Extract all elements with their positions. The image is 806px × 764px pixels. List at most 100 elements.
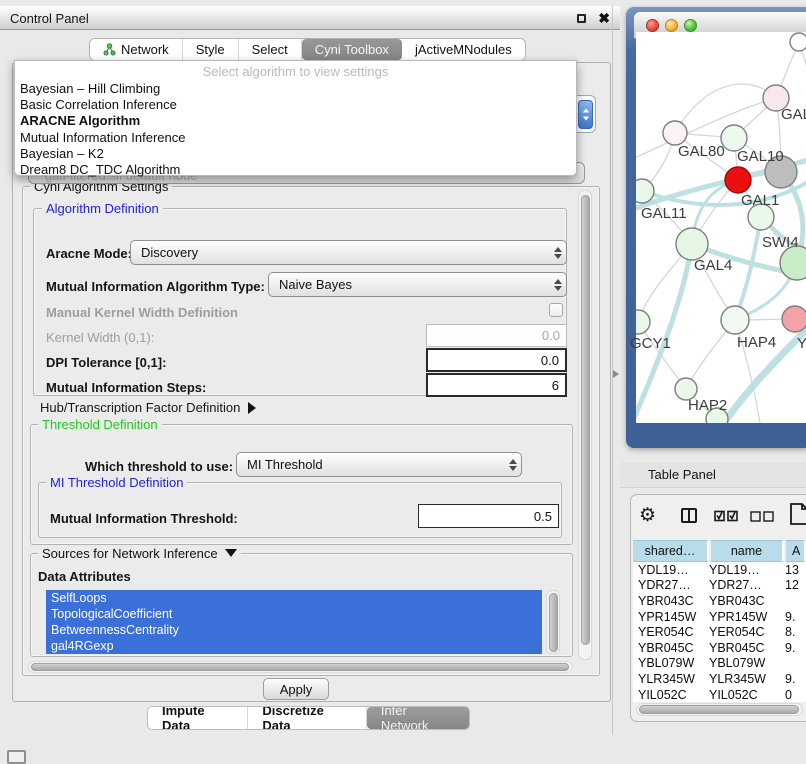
split-columns-icon[interactable] bbox=[681, 508, 697, 523]
apply-button-label: Apply bbox=[280, 682, 313, 697]
table-hscrollbar-track[interactable] bbox=[636, 703, 803, 716]
node-label: Y bbox=[797, 335, 806, 352]
page-icon[interactable] bbox=[789, 503, 806, 525]
dropdown-item[interactable]: Bayesian – K2 bbox=[15, 146, 576, 162]
network-node[interactable] bbox=[780, 246, 806, 280]
close-traffic-light-icon[interactable] bbox=[646, 19, 659, 32]
column-header-shared-name[interactable]: shared… bbox=[633, 540, 709, 562]
stepper-icon bbox=[549, 273, 566, 296]
node-label-gal4: GAL4 bbox=[694, 257, 732, 274]
attribute-item-selected[interactable]: gal4RGexp bbox=[46, 638, 542, 654]
tab-impute-data-label: Impute Data bbox=[162, 706, 233, 730]
mi-threshold-group-title: MI Threshold Definition bbox=[46, 476, 187, 489]
attribute-item-selected[interactable]: SelfLoops bbox=[46, 590, 542, 606]
attribute-item-selected[interactable]: BetweennessCentrality bbox=[46, 622, 542, 638]
dpi-tolerance-field[interactable]: 0.0 bbox=[426, 348, 567, 372]
network-node-hap4[interactable] bbox=[721, 306, 749, 334]
dropdown-item[interactable]: Mutual Information Inference bbox=[15, 130, 576, 146]
tab-cyni-toolbox[interactable]: Cyni Toolbox bbox=[302, 39, 402, 60]
table-row[interactable]: YPR145W YPR145W 9. bbox=[633, 609, 806, 625]
node-label-gal1: GAL1 bbox=[741, 192, 779, 209]
network-graph bbox=[636, 32, 806, 423]
kernel-width-value: 0.0 bbox=[542, 328, 560, 343]
combo-stepper-icon bbox=[578, 100, 593, 129]
settings-hscrollbar-track[interactable] bbox=[28, 661, 573, 673]
select-all-checked-icon[interactable] bbox=[714, 510, 738, 522]
cell-shared-name: YBR045C bbox=[633, 641, 708, 655]
kernel-width-field[interactable]: 0.0 bbox=[426, 324, 567, 347]
mi-threshold-field[interactable]: 0.5 bbox=[418, 504, 559, 528]
node-table: YDL19… YDL19… 13 YDR27… YDR27… 12 YBR043… bbox=[633, 562, 806, 702]
dpi-tolerance-value: 0.0 bbox=[541, 353, 559, 368]
dropdown-item[interactable]: Basic Correlation Inference bbox=[15, 97, 576, 113]
attribute-item-selected[interactable]: TopologicalCoefficient bbox=[46, 606, 542, 622]
cell-shared-name: YLR345W bbox=[633, 672, 708, 686]
table-row[interactable]: YBR045C YBR045C 9. bbox=[633, 640, 806, 656]
control-panel-tabs: Network Style Select Cyni Toolbox jActiv… bbox=[89, 38, 526, 61]
network-node-gcy1[interactable] bbox=[636, 310, 650, 334]
tab-select[interactable]: Select bbox=[239, 39, 302, 60]
minimize-traffic-light-icon[interactable] bbox=[665, 19, 678, 32]
gear-icon[interactable]: ⚙ bbox=[639, 504, 656, 527]
aracne-mode-select[interactable]: Discovery bbox=[130, 240, 567, 265]
dpi-tolerance-label: DPI Tolerance [0,1]: bbox=[46, 355, 166, 370]
attributes-scrollbar-thumb[interactable] bbox=[549, 593, 558, 652]
network-node-gal4[interactable] bbox=[676, 228, 708, 260]
hub-definition-toggle[interactable]: Hub/Transcription Factor Definition bbox=[40, 400, 256, 415]
tab-cyni-toolbox-label: Cyni Toolbox bbox=[315, 42, 389, 57]
dropdown-item[interactable]: Bayesian – Hill Climbing bbox=[15, 81, 576, 97]
tab-infer-network[interactable]: Infer Network bbox=[367, 707, 469, 729]
table-row[interactable]: YBL079W YBL079W bbox=[633, 656, 806, 672]
table-row[interactable]: YER054C YER054C 8. bbox=[633, 624, 806, 640]
select-none-unchecked-icon[interactable] bbox=[750, 511, 774, 522]
tab-jactivemnodules[interactable]: jActiveMNodules bbox=[402, 39, 525, 60]
tab-network[interactable]: Network bbox=[90, 39, 183, 60]
cell-name: YPR145W bbox=[708, 610, 785, 624]
settings-scrollbar-track[interactable] bbox=[578, 190, 592, 660]
table-row[interactable]: YDL19… YDL19… 13 bbox=[633, 562, 806, 578]
tab-select-label: Select bbox=[252, 42, 288, 57]
close-icon[interactable]: ✖ bbox=[598, 10, 610, 27]
sources-toggle[interactable]: Sources for Network Inference bbox=[38, 547, 241, 560]
settings-scrollbar-thumb[interactable] bbox=[581, 195, 590, 645]
cell-name: YER054C bbox=[708, 625, 785, 639]
data-attributes-list: SelfLoops TopologicalCoefficient Between… bbox=[46, 590, 543, 654]
table-row[interactable]: YBR043C YBR043C bbox=[633, 593, 806, 609]
dropdown-item-highlighted[interactable]: ARACNE Algorithm bbox=[15, 113, 576, 129]
control-panel-title: Control Panel bbox=[10, 11, 89, 26]
node-label: GAL bbox=[781, 106, 806, 123]
tab-style[interactable]: Style bbox=[183, 39, 239, 60]
settings-hscrollbar-thumb[interactable] bbox=[31, 663, 569, 671]
column-header-clipped[interactable]: A bbox=[786, 540, 806, 562]
hub-definition-label: Hub/Transcription Factor Definition bbox=[40, 400, 240, 415]
table-row[interactable]: YLR345W YLR345W 9. bbox=[633, 671, 806, 687]
network-node-selected-red[interactable] bbox=[725, 167, 751, 193]
mi-algorithm-type-value: Naive Bayes bbox=[269, 277, 549, 292]
tab-discretize-data[interactable]: Discretize Data bbox=[248, 707, 366, 729]
mi-algorithm-type-select[interactable]: Naive Bayes bbox=[268, 272, 567, 297]
table-row[interactable]: YDR27… YDR27… 12 bbox=[633, 578, 806, 594]
mi-algorithm-type-label: Mutual Information Algorithm Type: bbox=[46, 279, 265, 294]
splitter-collapse-arrow[interactable] bbox=[613, 370, 619, 378]
network-node-gal11[interactable] bbox=[636, 179, 654, 203]
tab-infer-network-label: Infer Network bbox=[381, 706, 455, 730]
table-row-clipped[interactable]: YIL052C YIL052C 0 bbox=[633, 687, 806, 702]
zoom-traffic-light-icon[interactable] bbox=[684, 19, 697, 32]
kernel-width-label: Kernel Width (0,1): bbox=[46, 330, 154, 345]
network-node-gal80[interactable] bbox=[663, 121, 687, 145]
network-canvas[interactable] bbox=[636, 32, 806, 423]
network-node[interactable] bbox=[790, 33, 806, 51]
float-window-icon[interactable] bbox=[577, 14, 586, 23]
attributes-scrollbar-track[interactable] bbox=[546, 590, 560, 654]
network-node[interactable] bbox=[782, 306, 806, 332]
node-label-swi4: SWI4 bbox=[762, 234, 799, 251]
table-hscrollbar-thumb[interactable] bbox=[639, 705, 799, 714]
mi-steps-value: 6 bbox=[552, 378, 559, 393]
column-header-name[interactable]: name bbox=[711, 540, 784, 562]
manual-kernel-width-checkbox[interactable] bbox=[549, 303, 563, 317]
which-threshold-select[interactable]: MI Threshold bbox=[236, 452, 522, 477]
tab-impute-data[interactable]: Impute Data bbox=[148, 707, 248, 729]
dropdown-item[interactable]: Dream8 DC_TDC Algorithm bbox=[15, 162, 576, 178]
mi-steps-field[interactable]: 6 bbox=[426, 373, 567, 397]
apply-button[interactable]: Apply bbox=[263, 678, 329, 700]
